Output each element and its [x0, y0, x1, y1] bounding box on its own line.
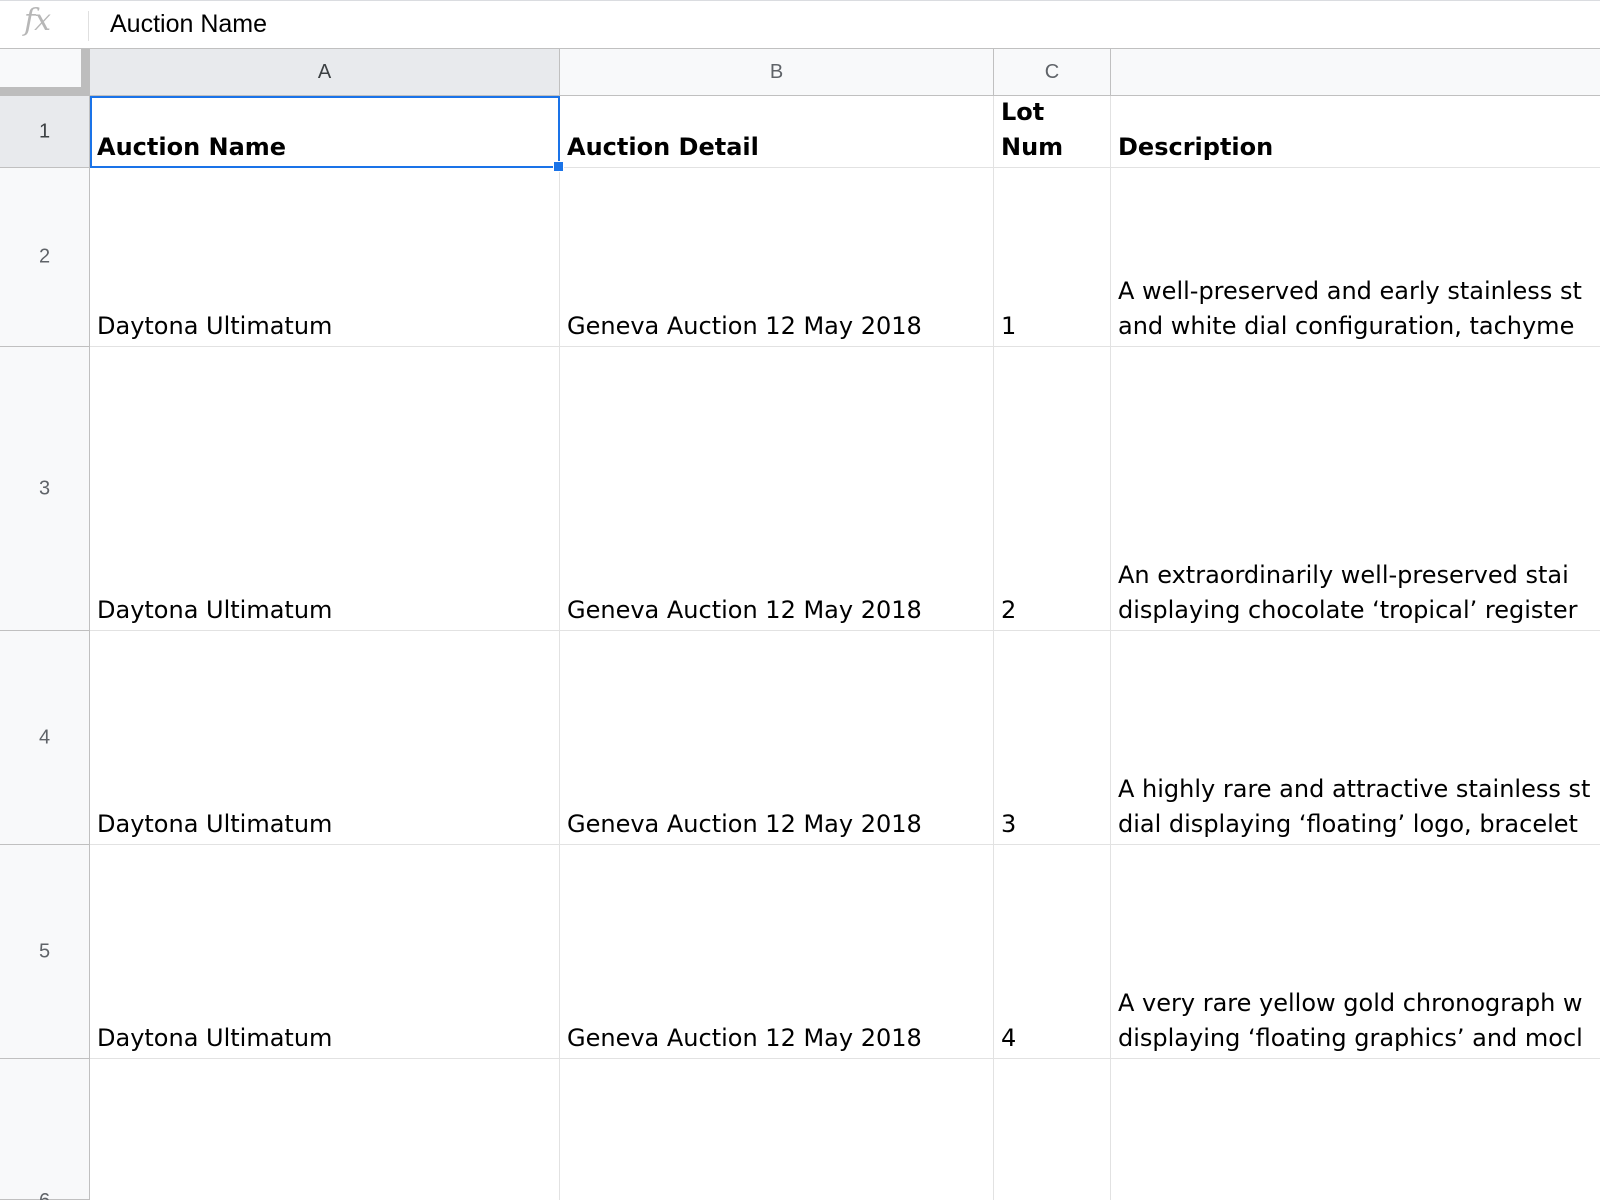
cell-text: 1: [1001, 312, 1017, 340]
cell-text: Geneva Auction 12 May 2018: [567, 810, 922, 838]
row-header-6[interactable]: 6: [0, 1059, 90, 1200]
cell-text: Geneva Auction 12 May 2018: [567, 312, 922, 340]
cell-b4[interactable]: Geneva Auction 12 May 2018: [560, 631, 994, 845]
cell-b5[interactable]: Geneva Auction 12 May 2018: [560, 845, 994, 1059]
cell-text: Geneva Auction 12 May 2018: [567, 596, 922, 624]
formula-bar: fx Auction Name: [0, 0, 1600, 48]
row-number: 4: [38, 726, 51, 748]
cell-text: Auction Detail: [567, 133, 759, 161]
column-header-a[interactable]: A: [90, 49, 560, 95]
column-header-c[interactable]: C: [994, 49, 1111, 95]
cell-c1[interactable]: Lot Num: [994, 96, 1111, 168]
row-header-2[interactable]: 2: [0, 168, 90, 347]
cell-b1[interactable]: Auction Detail: [560, 96, 994, 168]
cell-text: Auction Name: [97, 133, 287, 161]
column-header-row: A B C: [0, 48, 1600, 96]
cell-a5[interactable]: Daytona Ultimatum: [90, 845, 560, 1059]
cell-text: Daytona Ultimatum: [97, 810, 333, 838]
cell-a6[interactable]: [90, 1059, 560, 1200]
cell-d4[interactable]: A highly rare and attractive stainless s…: [1111, 631, 1600, 845]
cell-text: 4: [1001, 1024, 1017, 1052]
cell-a3[interactable]: Daytona Ultimatum: [90, 347, 560, 631]
row-number: 5: [38, 940, 51, 962]
row-header-4[interactable]: 4: [0, 631, 90, 845]
cell-c3[interactable]: 2: [994, 347, 1111, 631]
cell-c6[interactable]: [994, 1059, 1111, 1200]
cell-a4[interactable]: Daytona Ultimatum: [90, 631, 560, 845]
cell-text: 2: [1001, 596, 1017, 624]
column-header-b[interactable]: B: [560, 49, 994, 95]
cell-d3[interactable]: An extraordinarily well-preserved stai d…: [1111, 347, 1600, 631]
column-header-d[interactable]: [1111, 49, 1600, 95]
cell-c4[interactable]: 3: [994, 631, 1111, 845]
cell-text: A highly rare and attractive stainless s…: [1118, 775, 1591, 838]
row-number: 6: [0, 1190, 89, 1200]
cell-text: Daytona Ultimatum: [97, 596, 333, 624]
cell-text: A well-preserved and early stainless st …: [1118, 277, 1582, 340]
fx-icon: fx: [24, 3, 51, 38]
cell-text: Daytona Ultimatum: [97, 312, 333, 340]
spreadsheet-app: fx Auction Name A B C 1 Auction Name Auc…: [0, 0, 1600, 1200]
cell-text: Description: [1118, 133, 1274, 161]
fill-handle[interactable]: [553, 161, 564, 172]
cell-d5[interactable]: A very rare yellow gold chronograph w di…: [1111, 845, 1600, 1059]
cell-a2[interactable]: Daytona Ultimatum: [90, 168, 560, 347]
cell-d1[interactable]: Description: [1111, 96, 1600, 168]
formula-bar-divider: [88, 11, 89, 41]
cell-c2[interactable]: 1: [994, 168, 1111, 347]
cell-text: A very rare yellow gold chronograph w di…: [1118, 989, 1583, 1052]
cell-text: An extraordinarily well-preserved stai d…: [1118, 561, 1578, 624]
row-header-5[interactable]: 5: [0, 845, 90, 1059]
formula-input[interactable]: Auction Name: [110, 9, 267, 39]
row-header-1[interactable]: 1: [0, 96, 90, 168]
cell-a1[interactable]: Auction Name: [90, 96, 560, 168]
cell-b3[interactable]: Geneva Auction 12 May 2018: [560, 347, 994, 631]
cell-text: Lot Num: [1001, 98, 1064, 161]
cell-c5[interactable]: 4: [994, 845, 1111, 1059]
freeze-row-handle[interactable]: [0, 87, 90, 96]
row-number: 2: [38, 245, 51, 268]
cell-d2[interactable]: A well-preserved and early stainless st …: [1111, 168, 1600, 347]
cell-d6[interactable]: [1111, 1059, 1600, 1200]
cell-text: Geneva Auction 12 May 2018: [567, 1024, 922, 1052]
cell-b6[interactable]: [560, 1059, 994, 1200]
row-header-3[interactable]: 3: [0, 347, 90, 631]
cell-b2[interactable]: Geneva Auction 12 May 2018: [560, 168, 994, 347]
row-number: 3: [38, 477, 51, 499]
cell-text: Daytona Ultimatum: [97, 1024, 333, 1052]
cell-text: 3: [1001, 810, 1017, 838]
row-number: 1: [38, 120, 51, 142]
